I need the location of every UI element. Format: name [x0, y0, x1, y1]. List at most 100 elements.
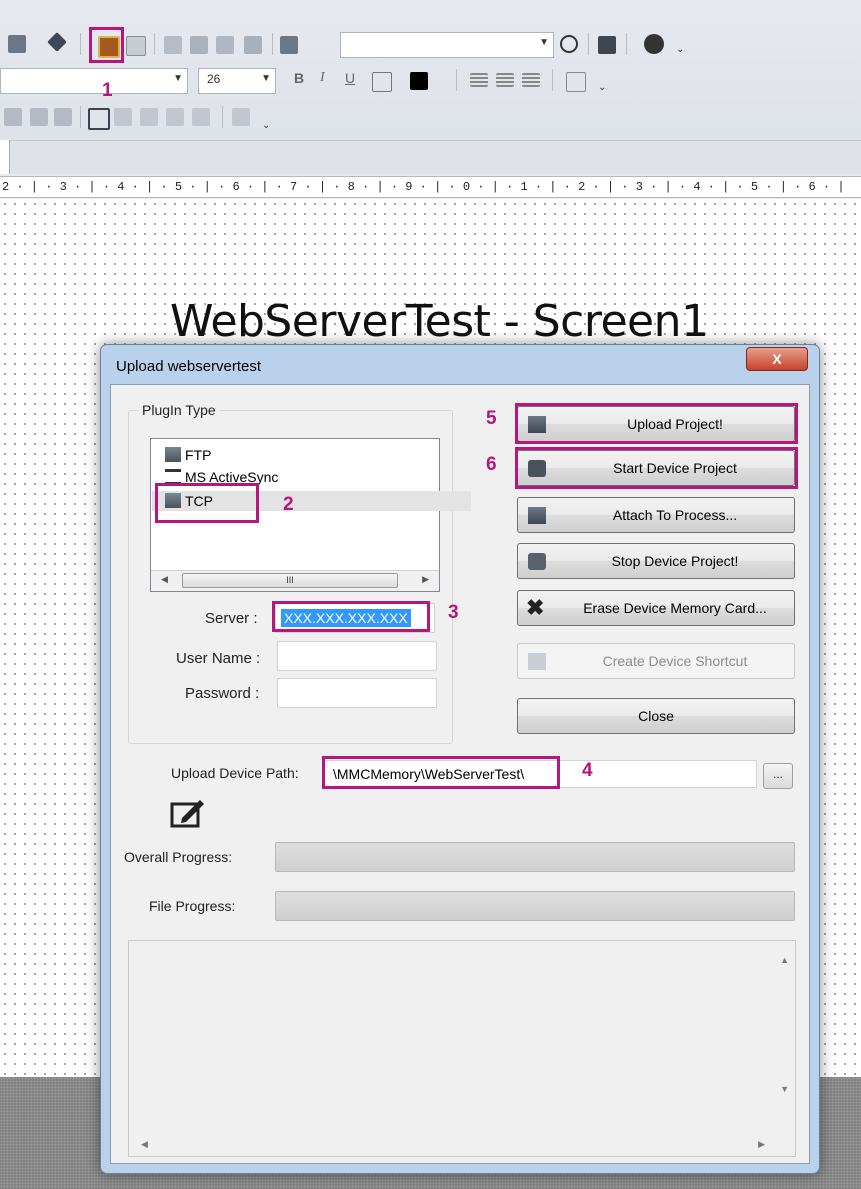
ftp-icon	[165, 447, 181, 462]
file-progress-label: File Progress:	[149, 898, 236, 914]
annotation-box-3	[272, 601, 430, 632]
help-icon[interactable]	[644, 34, 664, 54]
toolbar-overflow-icon[interactable]: ⌄	[598, 82, 606, 93]
chevron-down-icon: ▼	[173, 73, 183, 84]
search-icon[interactable]	[560, 35, 578, 53]
toolbar-row-3: ⌄	[0, 98, 861, 136]
plugin-label: FTP	[185, 447, 212, 463]
align-left-icon[interactable]	[470, 73, 488, 87]
edit-path-icon[interactable]	[170, 796, 206, 828]
dialog-close-button[interactable]: X	[746, 347, 808, 371]
chevron-down-icon: ▼	[261, 73, 271, 84]
annotation-number-6: 6	[486, 454, 497, 475]
italic-icon[interactable]: I	[320, 70, 325, 86]
log-output-area[interactable]: ▲ ▼ ◀ ▶	[128, 940, 796, 1157]
export-icon[interactable]	[216, 36, 234, 54]
overall-progress-bar	[275, 842, 795, 872]
password-input[interactable]	[277, 678, 437, 708]
close-label: Close	[638, 708, 674, 724]
print-icon[interactable]	[598, 36, 616, 54]
toolbar-overflow-icon[interactable]: ⌄	[262, 120, 270, 131]
file-progress-bar	[275, 891, 795, 921]
toolbar-overflow-icon[interactable]: ⌄	[676, 44, 684, 55]
font-size-combo[interactable]: 26 ▼	[198, 68, 276, 94]
transfer-icon[interactable]	[244, 36, 262, 54]
fill-color-icon[interactable]	[410, 72, 428, 90]
search-combo[interactable]: ▼	[340, 32, 554, 58]
text-color-icon[interactable]	[372, 72, 392, 92]
clipboard-icon[interactable]	[164, 36, 182, 54]
toolbar-area: ▼ ⌄ ▼ 26 ▼ B I U ⌄ ⌄	[0, 0, 861, 160]
font-family-combo[interactable]: ▼	[0, 68, 188, 94]
stop-device-icon	[528, 553, 546, 570]
annotation-number-3: 3	[448, 602, 459, 623]
dialog-title: Upload webservertest	[116, 358, 262, 375]
annotation-box-2	[155, 483, 259, 523]
tab-strip	[0, 140, 861, 174]
tag-icon[interactable]	[47, 32, 67, 52]
scroll-up-icon[interactable]: ▲	[780, 955, 789, 965]
plugin-type-label: PlugIn Type	[138, 402, 220, 418]
username-label: User Name :	[176, 650, 261, 667]
create-device-shortcut-label: Create Device Shortcut	[602, 653, 748, 669]
list-item-ftp[interactable]: FTP	[157, 445, 211, 465]
annotation-number-2: 2	[283, 494, 294, 515]
align-right-icon[interactable]	[522, 73, 540, 87]
font-size-value: 26	[207, 72, 221, 86]
browse-button[interactable]: ...	[763, 763, 793, 789]
annotation-box-5	[515, 403, 798, 444]
find-replace-icon[interactable]	[280, 36, 298, 54]
attach-icon	[528, 507, 546, 524]
annotation-box-6	[515, 447, 798, 489]
scrollbar-thumb[interactable]: III	[182, 573, 398, 588]
scroll-down-icon[interactable]: ▼	[780, 1084, 789, 1094]
order-icon[interactable]	[140, 108, 158, 126]
close-button[interactable]: Close	[517, 698, 795, 734]
annotation-box-4	[322, 756, 560, 789]
attach-to-process-button[interactable]: Attach To Process...	[517, 497, 795, 533]
grid-icon[interactable]	[232, 108, 250, 126]
server-label: Server :	[205, 610, 258, 627]
erase-memory-card-label: Erase Device Memory Card...	[583, 600, 767, 616]
close-icon: X	[772, 351, 782, 367]
overall-progress-label: Overall Progress:	[124, 849, 233, 865]
annotation-box-1	[89, 27, 124, 63]
browse-label: ...	[772, 767, 783, 781]
align-top-icon[interactable]	[30, 108, 48, 126]
ruler: 2 · | · 3 · | · 4 · | · 5 · | · 6 · | · …	[0, 176, 861, 198]
shortcut-icon	[528, 653, 546, 670]
text-style-icon[interactable]	[566, 72, 586, 92]
chevron-down-icon: ▼	[539, 37, 549, 48]
distribute-icon[interactable]	[166, 108, 184, 126]
toolbar-row-2: ▼ 26 ▼ B I U ⌄	[0, 62, 861, 100]
erase-memory-card-button[interactable]: ✖ Erase Device Memory Card...	[517, 590, 795, 626]
create-device-shortcut-button[interactable]: Create Device Shortcut	[517, 643, 795, 679]
document-icon[interactable]	[8, 35, 26, 53]
check-window-icon[interactable]	[126, 36, 146, 56]
thumb-grip: III	[286, 575, 294, 585]
paint-icon[interactable]	[190, 36, 208, 54]
underline-icon[interactable]: U	[345, 70, 355, 86]
align-center-icon[interactable]	[496, 73, 514, 87]
bold-icon[interactable]: B	[294, 70, 304, 86]
scroll-right-icon[interactable]: ▶	[422, 574, 429, 585]
document-tab[interactable]	[0, 140, 10, 174]
annotation-number-4: 4	[582, 760, 593, 781]
ungroup-icon[interactable]	[114, 108, 132, 126]
password-label: Password :	[185, 685, 260, 702]
stop-device-project-label: Stop Device Project!	[611, 553, 739, 569]
scroll-right-icon[interactable]: ▶	[758, 1139, 765, 1150]
toolbar-row-1: ▼ ⌄	[0, 26, 861, 64]
layout-icon[interactable]	[4, 108, 22, 126]
annotation-number-1: 1	[102, 80, 113, 101]
align-bottom-icon[interactable]	[54, 108, 72, 126]
scroll-left-icon[interactable]: ◀	[141, 1139, 148, 1150]
screen-title: WebServerTest - Screen1	[170, 296, 709, 347]
group-icon[interactable]	[88, 108, 110, 130]
erase-x-icon: ✖	[526, 595, 545, 620]
stop-device-project-button[interactable]: Stop Device Project!	[517, 543, 795, 579]
username-input[interactable]	[277, 641, 437, 671]
annotation-number-5: 5	[486, 408, 497, 429]
resize-icon[interactable]	[192, 108, 210, 126]
scroll-left-icon[interactable]: ◀	[161, 574, 168, 585]
